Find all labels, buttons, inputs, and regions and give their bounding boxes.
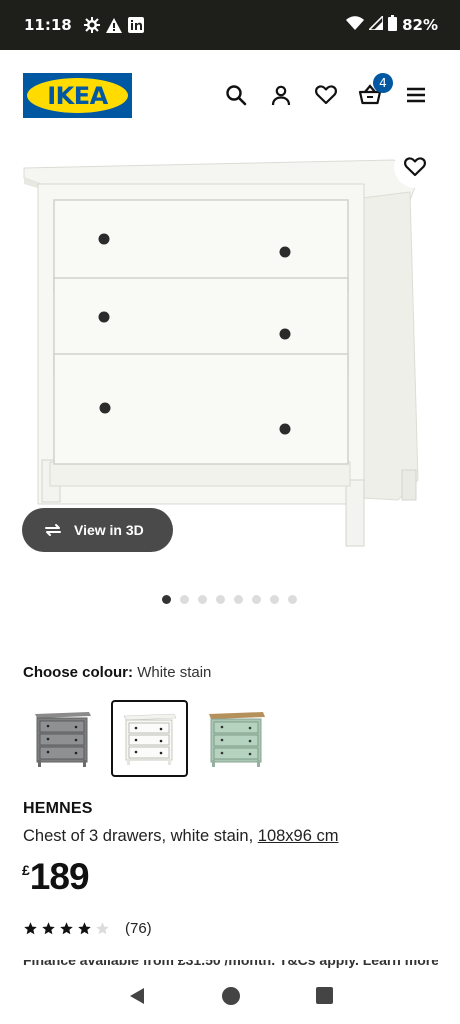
price-amount: 189	[29, 856, 90, 897]
product-description: Chest of 3 drawers, white stain, 108x96 …	[23, 827, 339, 846]
save-to-favourites-button[interactable]	[394, 146, 436, 188]
view-in-3d-button[interactable]: View in 3D	[22, 508, 173, 552]
favourites-icon[interactable]	[313, 82, 339, 108]
finance-text: Finance available from £31.50 /month. T&…	[23, 960, 438, 968]
colour-option-white-stain[interactable]	[111, 700, 188, 777]
star-filled-icon	[24, 922, 37, 935]
product-name: HEMNES	[23, 800, 93, 817]
site-header: IKEA 4	[0, 50, 460, 138]
image-pagination	[162, 595, 297, 604]
finance-info[interactable]: Finance available from £31.50 /month. T&…	[23, 960, 438, 970]
account-icon[interactable]	[268, 82, 294, 108]
rating-stars	[23, 921, 110, 936]
pagination-dot[interactable]	[180, 595, 189, 604]
settings-notification-icon	[83, 17, 100, 33]
signal-icon	[367, 14, 384, 34]
colour-swatches	[24, 700, 275, 777]
pagination-dot[interactable]	[288, 595, 297, 604]
selected-colour: White stain	[137, 664, 212, 681]
colour-chooser-heading: Choose colour: White stain	[23, 664, 211, 681]
back-icon[interactable]	[128, 987, 146, 1010]
search-icon[interactable]	[223, 82, 249, 108]
view-in-3d-label: View in 3D	[74, 522, 144, 538]
colour-option-green[interactable]	[198, 700, 275, 777]
android-nav-bar	[0, 972, 460, 1024]
star-filled-icon	[78, 922, 91, 935]
pagination-dot[interactable]	[234, 595, 243, 604]
product-dimensions-link[interactable]: 108x96 cm	[258, 827, 339, 845]
colour-option-grey[interactable]	[24, 700, 101, 777]
home-icon[interactable]	[221, 986, 241, 1011]
ikea-logo[interactable]: IKEA	[23, 73, 132, 118]
star-filled-icon	[60, 922, 73, 935]
product-image[interactable]	[0, 140, 460, 560]
star-empty-icon	[96, 922, 109, 935]
linkedin-icon	[127, 17, 144, 33]
pagination-dot[interactable]	[270, 595, 279, 604]
product-description-text: Chest of 3 drawers, white stain,	[23, 827, 254, 845]
price-currency: £	[22, 862, 30, 878]
status-time: 11:18	[24, 16, 72, 34]
star-filled-icon	[42, 922, 55, 935]
logo-oval: IKEA	[27, 78, 128, 113]
product-price: £ 189	[22, 856, 90, 898]
pagination-dot[interactable]	[216, 595, 225, 604]
logo-text: IKEA	[47, 81, 108, 110]
product-rating[interactable]: (76)	[23, 920, 152, 937]
pagination-dot[interactable]	[252, 595, 261, 604]
wifi-icon	[346, 16, 365, 34]
battery-percent: 82%	[402, 16, 438, 34]
pagination-dot[interactable]	[198, 595, 207, 604]
menu-icon[interactable]	[403, 82, 429, 108]
status-bar: 11:18 82%	[0, 0, 460, 50]
pagination-dot[interactable]	[162, 595, 171, 604]
warning-icon	[105, 17, 122, 33]
rotate-3d-icon	[45, 524, 61, 536]
colour-label: Choose colour:	[23, 664, 134, 681]
review-count: (76)	[125, 920, 152, 937]
recents-icon[interactable]	[315, 987, 333, 1009]
battery-icon	[388, 15, 398, 35]
heart-icon	[404, 157, 426, 177]
cart-count-badge: 4	[373, 73, 393, 93]
